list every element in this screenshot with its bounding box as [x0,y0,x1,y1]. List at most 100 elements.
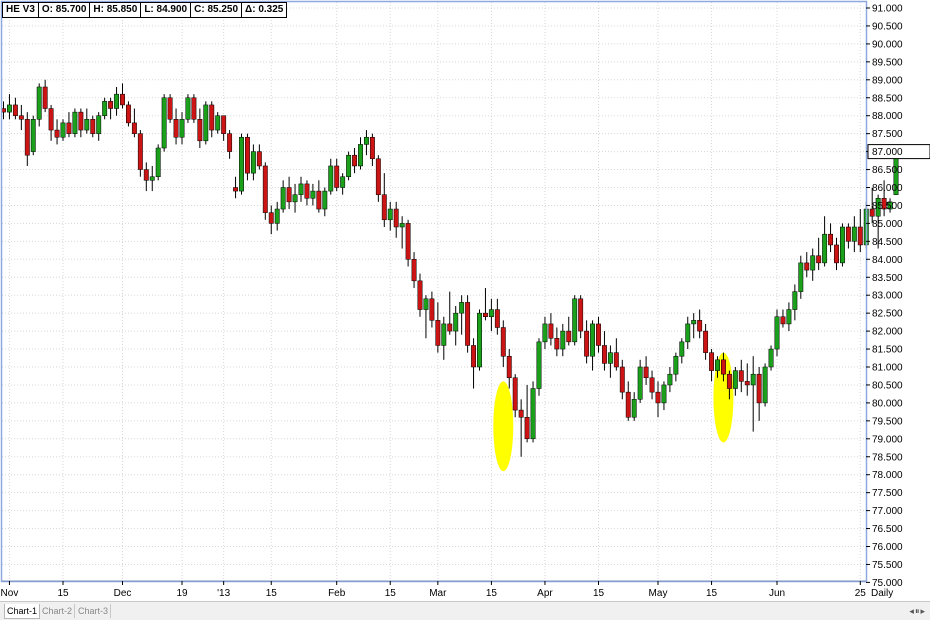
candle [834,237,839,271]
candle [102,97,108,120]
candle [590,320,595,371]
candle [756,367,762,421]
candle-body [84,119,90,131]
candle [845,223,851,249]
candle-body [250,151,256,174]
arrow-right-icon[interactable]: ▸ [920,606,926,616]
candle-body [268,212,274,224]
candle [536,338,542,396]
y-tick-label: 89.500 [872,57,903,68]
candle-body [18,115,24,120]
candle-body [239,136,244,192]
candle [149,165,155,192]
candle [560,323,566,357]
candle [780,309,786,328]
candle-body [554,338,560,350]
y-tick-label: 82.000 [872,327,903,338]
candle [334,158,340,192]
candle [54,119,60,145]
candle [60,119,66,141]
y-tick-label: 80.000 [872,398,903,409]
candle [191,94,197,123]
candle-body [840,226,845,264]
candle [435,302,441,353]
candle-body [596,323,601,346]
y-tick-label: 90.500 [872,21,903,32]
candle-body [60,122,66,138]
time-axis[interactable]: Daily Nov 15 Dec 19 '13 15 Feb 15 Mar 15 Apr 15 May 1… [1,581,894,599]
candle-body [72,111,78,134]
y-tick-label: 84.000 [872,255,903,266]
candle [602,331,607,371]
candle-body [114,93,119,109]
tab-navigation: ◂⏸▸ [909,604,926,618]
candle [488,298,494,332]
candle [30,115,36,156]
y-tick-label: 79.000 [872,434,903,445]
candle-body [310,190,316,199]
candle-body [304,183,310,199]
candle [643,356,649,385]
chart-window: HE V3 O: 85.700 H: 85.850 L: 84.900 C: 8… [0,0,930,620]
candle [48,104,54,141]
candle-body [691,320,697,325]
candle [578,295,584,339]
candle [274,201,280,231]
tab-chart-1[interactable]: Chart-1 [4,604,41,619]
x-tick-label: 15 [266,588,278,599]
candles [1,79,899,457]
candle-body [292,194,298,203]
candle-body [471,345,477,368]
candle-body [375,158,381,195]
candle-body [857,226,863,246]
candle [649,370,655,400]
candle [286,176,292,210]
candle-body [340,176,346,188]
candle [256,144,262,170]
candle-body [447,323,453,332]
candle-body [798,262,804,292]
candle [84,108,90,134]
candle [822,216,828,267]
x-tick-label: Apr [537,588,553,599]
high-value: H: 85.850 [90,3,142,17]
candle [36,83,42,127]
candle-body [584,330,590,357]
candle-body [477,312,482,368]
candle [197,108,203,149]
candle-body [828,233,833,246]
y-tick-label: 77.000 [872,506,903,517]
candle [96,112,102,141]
candle-body [322,190,328,210]
candle-body [732,370,738,389]
tab-chart-3[interactable]: Chart-3 [76,604,112,618]
candle-body [143,169,149,181]
candle [399,216,405,249]
candle-body [649,377,655,393]
highlight-markers [493,352,734,472]
candle-body [280,187,286,210]
candle [494,298,500,335]
candle-body [12,104,18,116]
y-tick-label: 80.500 [872,380,903,391]
candle [810,248,816,281]
price-chart[interactable]: 91.000 90.500 90.000 89.500 89.000 88.500 88.0… [0,0,930,600]
tab-chart-2[interactable]: Chart-2 [40,604,76,618]
x-tick-label: 15 [57,588,69,599]
candle [786,302,792,332]
period-label[interactable]: Daily [871,588,893,599]
candle [18,104,24,131]
price-axis[interactable]: 91.000 90.500 90.000 89.500 89.000 88.500 88.0… [866,4,930,589]
candle [7,94,12,120]
candle [798,255,804,299]
candle [596,316,601,353]
candle-body [780,316,786,325]
candle-body [286,187,292,203]
candle [530,381,536,443]
candle [584,320,590,364]
candle-body [631,399,637,418]
candle-body [298,183,304,195]
plot-border [0,0,868,583]
candle [506,349,512,389]
low-value: L: 84.900 [141,3,192,17]
